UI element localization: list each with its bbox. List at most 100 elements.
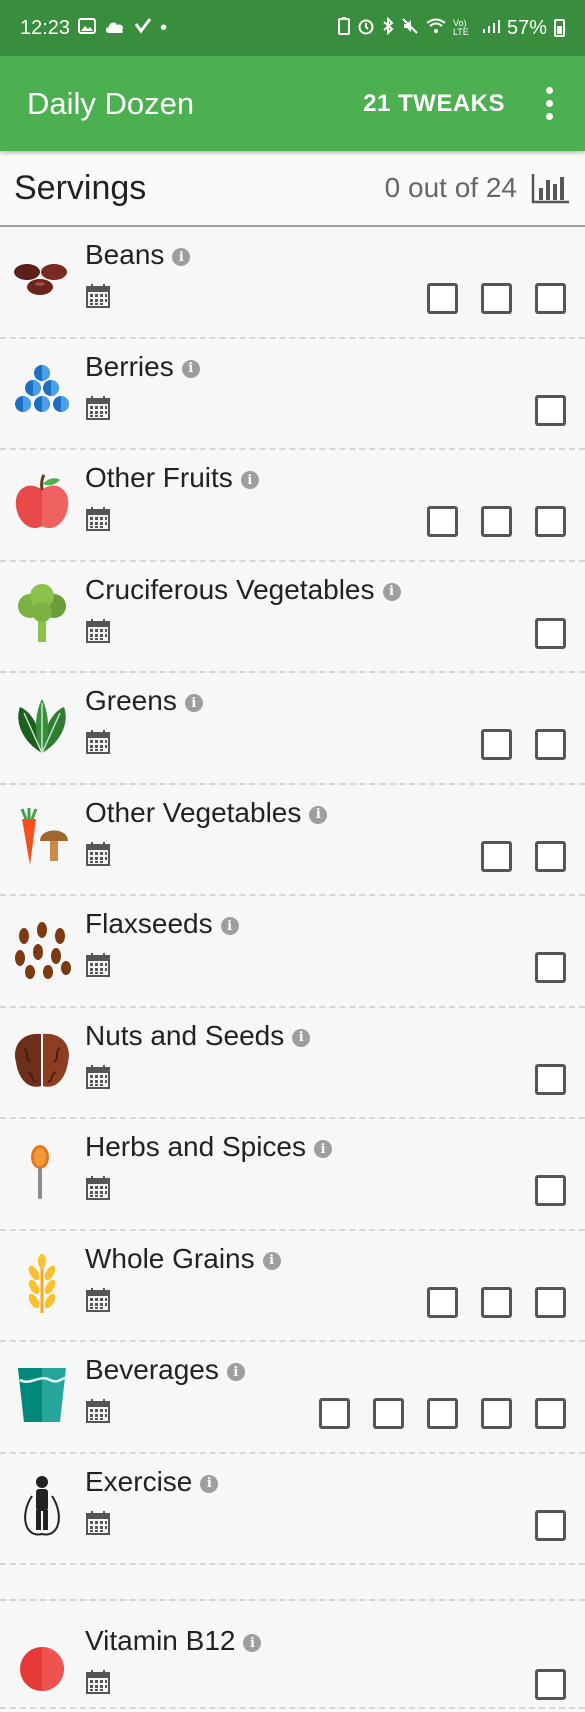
cloud-icon <box>104 18 126 38</box>
item-name: Greens <box>85 685 177 716</box>
info-icon[interactable]: i <box>240 471 259 489</box>
serving-checkbox[interactable] <box>535 1509 566 1541</box>
serving-checkbox[interactable] <box>481 506 512 537</box>
serving-checkbox[interactable] <box>535 283 566 314</box>
serving-checkbox[interactable] <box>535 952 566 983</box>
calendar-icon[interactable] <box>85 729 111 755</box>
info-icon[interactable]: i <box>184 694 203 712</box>
serving-checkboxes <box>427 283 566 314</box>
info-icon[interactable]: i <box>220 917 239 935</box>
app-title: Daily Dozen <box>27 85 195 121</box>
info-icon[interactable]: i <box>172 248 191 266</box>
list-item: Other Fruits i <box>0 450 585 562</box>
more-options-icon[interactable] <box>533 84 565 124</box>
calendar-icon[interactable] <box>85 1064 111 1090</box>
serving-checkbox[interactable] <box>535 1063 566 1095</box>
serving-checkbox[interactable] <box>427 283 458 314</box>
leaf-check-icon <box>134 17 152 39</box>
info-icon[interactable]: i <box>382 582 401 601</box>
item-title: Whole Grains i <box>85 1243 281 1275</box>
servings-header: Servings 0 out of 24 <box>0 151 585 227</box>
list-item: Other Vegetables i <box>0 785 585 896</box>
serving-checkbox[interactable] <box>535 1175 566 1206</box>
bar-chart-icon[interactable] <box>531 172 571 204</box>
info-icon[interactable]: i <box>314 1140 333 1158</box>
item-title: Nuts and Seeds i <box>85 1019 311 1052</box>
serving-checkbox[interactable] <box>535 729 566 760</box>
info-icon[interactable]: i <box>292 1028 311 1047</box>
tweaks-button[interactable]: 21 TWEAKS <box>351 80 517 128</box>
calendar-icon[interactable] <box>85 1287 111 1313</box>
serving-checkboxes <box>535 1509 566 1541</box>
serving-checkbox[interactable] <box>481 840 512 872</box>
list-item: Beverages i <box>0 1342 585 1454</box>
serving-checkbox[interactable] <box>427 506 458 537</box>
info-icon[interactable]: i <box>309 805 328 824</box>
list-item: Cruciferous Vegetables i <box>0 562 585 673</box>
item-name: Nuts and Seeds <box>85 1019 285 1051</box>
serving-checkbox[interactable] <box>481 1286 512 1318</box>
serving-checkboxes <box>535 394 566 426</box>
calendar-icon[interactable] <box>85 506 111 532</box>
calendar-icon[interactable] <box>85 283 111 309</box>
serving-checkbox[interactable] <box>535 1286 566 1318</box>
item-name: Exercise <box>85 1465 193 1497</box>
item-name: Other Vegetables <box>85 796 302 828</box>
serving-checkboxes <box>535 952 566 983</box>
list-item: Vitamin B12 i <box>0 1601 585 1709</box>
calendar-icon[interactable] <box>85 1510 111 1536</box>
serving-checkbox[interactable] <box>535 1669 566 1700</box>
serving-checkbox[interactable] <box>535 394 566 426</box>
serving-checkbox[interactable] <box>319 1398 350 1429</box>
serving-checkbox[interactable] <box>535 840 566 872</box>
serving-checkboxes <box>481 729 566 760</box>
serving-checkbox[interactable] <box>481 729 512 760</box>
app-bar: Daily Dozen 21 TWEAKS <box>0 56 585 151</box>
serving-checkbox[interactable] <box>535 617 566 649</box>
item-name: Cruciferous Vegetables <box>85 573 375 605</box>
greens-icon <box>10 693 74 757</box>
flaxseeds-icon <box>10 916 74 980</box>
item-title: Other Vegetables i <box>85 796 328 829</box>
list-item: Berries i <box>0 339 585 450</box>
list-item: Flaxseeds i <box>0 896 585 1008</box>
info-icon[interactable]: i <box>226 1363 245 1381</box>
serving-checkbox[interactable] <box>427 1398 458 1429</box>
pill-icon <box>10 1635 74 1699</box>
notification-dot: • <box>160 16 168 39</box>
item-title: Cruciferous Vegetables i <box>85 574 401 606</box>
calendar-icon[interactable] <box>85 1398 111 1424</box>
list-item: Whole Grains i <box>0 1231 585 1342</box>
item-title: Berries i <box>85 351 200 383</box>
wheat-icon <box>10 1251 74 1315</box>
item-title: Greens i <box>85 685 203 717</box>
calendar-icon[interactable] <box>85 618 111 644</box>
item-title: Exercise i <box>85 1465 219 1498</box>
info-icon[interactable]: i <box>200 1474 219 1493</box>
calendar-icon[interactable] <box>85 841 111 867</box>
calendar-icon[interactable] <box>85 1669 111 1695</box>
item-name: Flaxseeds <box>85 908 213 939</box>
calendar-icon[interactable] <box>85 1175 111 1201</box>
item-title: Beverages i <box>85 1354 245 1386</box>
info-icon[interactable]: i <box>243 1634 262 1652</box>
info-icon[interactable]: i <box>262 1251 281 1270</box>
serving-checkbox[interactable] <box>373 1398 404 1429</box>
carrot-mushroom-icon <box>10 805 74 869</box>
serving-checkbox[interactable] <box>481 283 512 314</box>
serving-checkbox[interactable] <box>427 1286 458 1318</box>
serving-checkbox[interactable] <box>481 1398 512 1429</box>
serving-checkbox[interactable] <box>535 1398 566 1429</box>
serving-checkbox[interactable] <box>535 506 566 537</box>
calendar-icon[interactable] <box>85 952 111 978</box>
list-item: Exercise i <box>0 1454 585 1565</box>
list-item: Beans i <box>0 227 585 339</box>
item-name: Beverages <box>85 1354 219 1385</box>
serving-checkboxes <box>427 1286 566 1318</box>
status-bar: 12:23 • Vo) LTE 57% <box>0 0 585 56</box>
calendar-icon[interactable] <box>85 395 111 421</box>
signal-icon <box>482 18 500 38</box>
item-title: Flaxseeds i <box>85 908 239 940</box>
info-icon[interactable]: i <box>181 359 200 378</box>
battery-saver-icon <box>337 17 350 39</box>
